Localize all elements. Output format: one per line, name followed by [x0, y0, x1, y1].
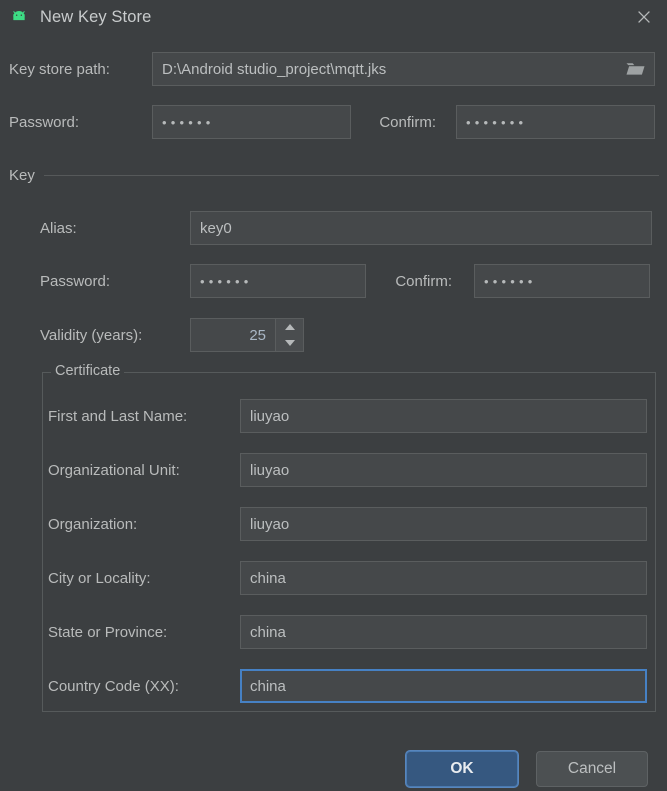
certificate-field-row: Organization: liuyao [48, 507, 652, 541]
key-section-header: Key [9, 167, 659, 184]
keystore-path-row: Key store path: D:\Android studio_projec… [9, 52, 659, 86]
country-code-label: Country Code (XX): [48, 677, 179, 695]
organization-input[interactable]: liuyao [240, 507, 647, 541]
key-validity-label: Validity (years): [40, 326, 143, 344]
country-code-value: china [250, 677, 286, 695]
certificate-field-row: City or Locality: china [48, 561, 652, 595]
state-province-label: State or Province: [48, 623, 168, 641]
certificate-field-row: First and Last Name: liuyao [48, 399, 652, 433]
first-last-name-value: liuyao [250, 407, 290, 425]
key-validity-row: Validity (years): 25 [40, 318, 304, 352]
country-code-input[interactable]: china [240, 669, 647, 703]
cancel-button[interactable]: Cancel [536, 751, 648, 787]
new-key-store-dialog: New Key Store Key store path: D:\Android… [0, 0, 667, 791]
key-confirm-value: •••••• [484, 274, 537, 289]
key-confirm-input[interactable]: •••••• [474, 264, 650, 298]
certificate-field-row: Country Code (XX): china [48, 669, 652, 703]
organizational-unit-input[interactable]: liuyao [240, 453, 647, 487]
keystore-confirm-input[interactable]: ••••••• [456, 105, 655, 139]
dialog-footer: OK Cancel [406, 751, 648, 787]
organization-value: liuyao [250, 515, 290, 533]
validity-stepper-buttons [275, 319, 303, 351]
city-locality-label: City or Locality: [48, 569, 151, 587]
state-province-input[interactable]: china [240, 615, 647, 649]
city-locality-value: china [250, 569, 286, 587]
certificate-groupbox: Certificate First and Last Name: liuyao … [42, 363, 656, 712]
validity-stepper[interactable]: 25 [190, 318, 304, 352]
key-alias-input[interactable]: key0 [190, 211, 652, 245]
keystore-password-value: •••••• [162, 115, 215, 130]
first-last-name-label: First and Last Name: [48, 407, 188, 425]
certificate-groupbox-title: Certificate [51, 363, 125, 379]
organizational-unit-value: liuyao [250, 461, 290, 479]
key-section-separator [43, 175, 659, 176]
key-confirm-label: Confirm: [395, 272, 452, 290]
keystore-password-label: Password: [9, 113, 80, 131]
folder-icon[interactable] [622, 57, 648, 81]
keystore-path-input[interactable]: D:\Android studio_project\mqtt.jks [152, 52, 655, 86]
key-section-title: Key [9, 167, 35, 184]
key-alias-label: Alias: [40, 219, 77, 237]
key-password-row: Password: •••••• Confirm: •••••• [40, 264, 659, 298]
dialog-title: New Key Store [40, 7, 152, 26]
keystore-confirm-value: ••••••• [466, 115, 528, 130]
android-robot-icon [13, 11, 25, 21]
certificate-field-row: Organizational Unit: liuyao [48, 453, 652, 487]
keystore-confirm-label: Confirm: [379, 113, 436, 131]
key-alias-row: Alias: key0 [40, 211, 659, 245]
keystore-password-row: Password: •••••• Confirm: ••••••• [9, 105, 659, 139]
organization-label: Organization: [48, 515, 138, 533]
key-password-input[interactable]: •••••• [190, 264, 366, 298]
key-password-label: Password: [40, 272, 111, 290]
keystore-path-label: Key store path: [9, 60, 110, 78]
keystore-path-value: D:\Android studio_project\mqtt.jks [162, 60, 387, 78]
key-alias-value: key0 [200, 219, 232, 237]
close-icon[interactable] [631, 5, 657, 29]
key-password-value: •••••• [200, 274, 253, 289]
first-last-name-input[interactable]: liuyao [240, 399, 647, 433]
organizational-unit-label: Organizational Unit: [48, 461, 180, 479]
dialog-titlebar: New Key Store [0, 0, 667, 34]
chevron-down-icon[interactable] [276, 335, 303, 351]
city-locality-input[interactable]: china [240, 561, 647, 595]
state-province-value: china [250, 623, 286, 641]
certificate-field-row: State or Province: china [48, 615, 652, 649]
keystore-password-input[interactable]: •••••• [152, 105, 351, 139]
chevron-up-icon[interactable] [276, 319, 303, 335]
validity-value[interactable]: 25 [191, 319, 275, 351]
ok-button[interactable]: OK [406, 751, 518, 787]
